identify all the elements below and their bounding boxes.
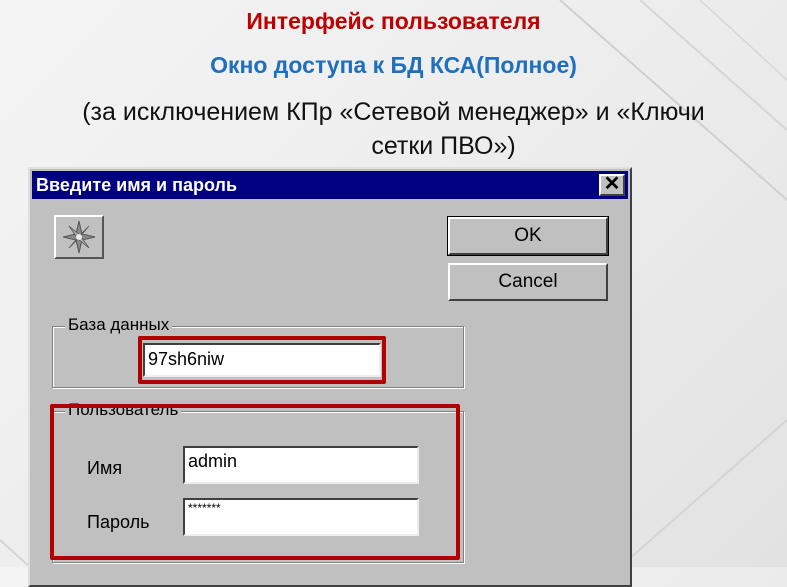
slide-title: Интерфейс пользователя <box>246 8 541 34</box>
compass-star-icon <box>54 215 104 259</box>
database-group: База данных 97sh6niw <box>52 315 464 388</box>
database-input[interactable]: 97sh6niw <box>143 343 381 377</box>
dialog-title: Введите имя и пароль <box>36 175 238 195</box>
login-label: Имя <box>87 458 123 478</box>
password-input[interactable]: ******* <box>183 498 419 536</box>
user-group: Пользователь Имя admin Пароль ******* <box>52 400 464 563</box>
dialog-titlebar[interactable]: Введите имя и пароль ✕ <box>32 171 628 199</box>
login-input[interactable]: admin <box>183 446 419 484</box>
slide-note-line1: (за исключением КПр «Сетевой менеджер» и… <box>82 98 705 126</box>
ok-button[interactable]: OK <box>447 216 609 256</box>
database-group-legend: База данных <box>65 315 173 335</box>
cancel-button[interactable]: Cancel <box>448 263 608 301</box>
close-button[interactable]: ✕ <box>599 174 625 196</box>
slide-note: (за исключением КПр «Сетевой менеджер» и… <box>0 95 787 163</box>
close-icon: ✕ <box>603 173 621 195</box>
slide-subtitle: Окно доступа к БД КСА(Полное) <box>210 52 577 78</box>
slide-note-line2: сетки ПВО») <box>371 132 516 160</box>
user-group-legend: Пользователь <box>65 400 182 420</box>
password-label: Пароль <box>87 512 150 532</box>
login-dialog: Введите имя и пароль ✕ OK Cancel База да… <box>28 167 632 587</box>
